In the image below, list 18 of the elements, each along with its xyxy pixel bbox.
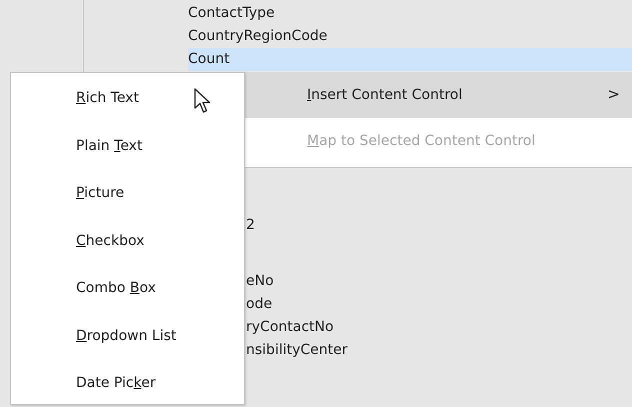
field-item[interactable]: 2 bbox=[246, 214, 255, 237]
menu-item[interactable]: Plain Text bbox=[11, 122, 244, 170]
field-item[interactable]: Count bbox=[188, 48, 632, 71]
menu-item[interactable]: Checkbox bbox=[11, 218, 244, 265]
menu-item[interactable]: Date Picker bbox=[11, 360, 244, 407]
menu-item[interactable]: Dropdown List bbox=[11, 312, 244, 360]
field-item[interactable]: ode bbox=[246, 293, 272, 316]
field-item[interactable]: eNo bbox=[246, 270, 274, 293]
menu-item[interactable]: Combo Box bbox=[11, 265, 244, 312]
menu-item[interactable]: Picture bbox=[11, 170, 244, 218]
menu-item[interactable]: Insert Content Control > bbox=[245, 72, 632, 118]
mouse-pointer-icon bbox=[194, 88, 212, 114]
field-item[interactable]: ContactType bbox=[188, 2, 632, 25]
menu-item[interactable]: Rich Text bbox=[11, 75, 244, 122]
field-item[interactable]: CountryRegionCode bbox=[188, 25, 632, 48]
field-item[interactable]: nsibilityCenter bbox=[246, 339, 348, 362]
field-item[interactable]: ryContactNo bbox=[246, 316, 334, 339]
submenu-arrow-icon: > bbox=[607, 85, 620, 103]
